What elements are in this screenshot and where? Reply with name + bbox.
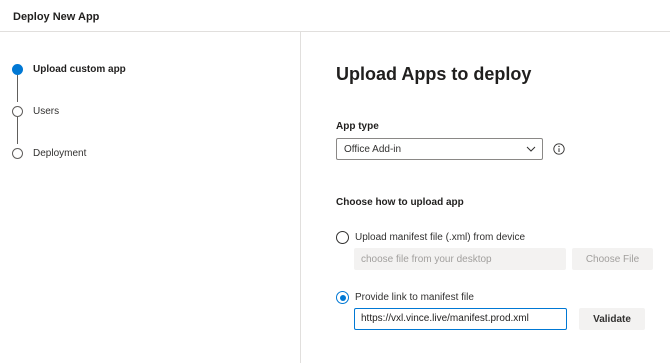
choose-file-button: Choose File [572, 248, 653, 270]
page-title: Upload Apps to deploy [336, 64, 532, 84]
main-panel: Upload Apps to deploy App type Office Ad… [302, 32, 670, 363]
step-label: Deployment [33, 147, 87, 159]
step-pending-indicator [12, 105, 23, 117]
step-users[interactable]: Users [12, 104, 59, 118]
step-pending-indicator [12, 147, 23, 159]
manifest-link-radio[interactable] [336, 291, 349, 304]
app-type-selected-value: Office Add-in [344, 144, 402, 155]
header-bar: Deploy New App [0, 0, 670, 32]
upload-from-device-label[interactable]: Upload manifest file (.xml) from device [355, 232, 525, 243]
file-path-placeholder: choose file from your desktop [361, 254, 492, 265]
upload-method-label: Choose how to upload app [336, 197, 464, 208]
step-deployment[interactable]: Deployment [12, 146, 86, 160]
step-label: Upload custom app [33, 63, 126, 75]
step-active-indicator [12, 63, 23, 75]
manifest-url-input[interactable]: https://vxl.vince.live/manifest.prod.xml [354, 308, 567, 330]
step-connector [17, 117, 18, 144]
upload-from-device-radio[interactable] [336, 231, 349, 244]
app-type-dropdown[interactable]: Office Add-in [336, 138, 543, 160]
steps-sidebar: Upload custom app Users Deployment [0, 32, 301, 363]
chevron-down-icon [526, 146, 536, 152]
step-upload-custom-app[interactable]: Upload custom app [12, 62, 126, 76]
step-label: Users [33, 105, 60, 117]
window-title: Deploy New App [13, 11, 100, 23]
manifest-link-label[interactable]: Provide link to manifest file [355, 292, 474, 303]
file-path-input: choose file from your desktop [354, 248, 566, 270]
info-icon[interactable] [553, 143, 565, 155]
app-type-label: App type [336, 121, 379, 132]
step-connector [17, 75, 18, 102]
validate-button[interactable]: Validate [579, 308, 645, 330]
